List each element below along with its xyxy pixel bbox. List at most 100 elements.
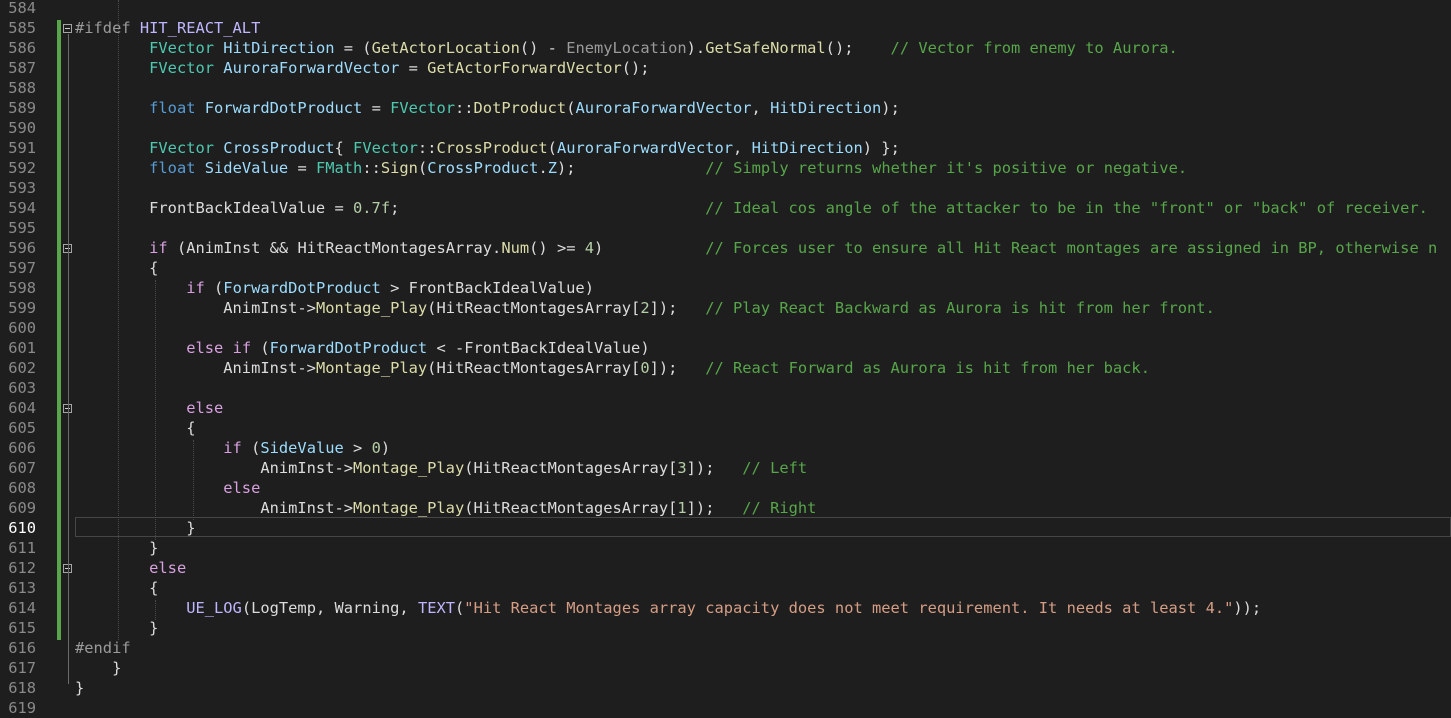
code-token: UE_LOG bbox=[186, 599, 242, 617]
code-token: FVector bbox=[390, 99, 455, 117]
code-line[interactable]: UE_LOG(LogTemp, Warning, TEXT("Hit React… bbox=[75, 598, 1261, 618]
code-token: float bbox=[149, 159, 196, 177]
code-token: else bbox=[186, 399, 224, 417]
code-line[interactable]: } bbox=[75, 618, 158, 638]
code-token: { bbox=[334, 139, 354, 157]
line-number: 584 bbox=[8, 0, 36, 17]
code-line[interactable]: else bbox=[75, 398, 223, 418]
code-token: { bbox=[75, 419, 196, 437]
code-token: , bbox=[399, 599, 418, 617]
code-line[interactable]: { bbox=[75, 578, 158, 598]
code-token: ) }; bbox=[862, 139, 900, 157]
code-token: (); bbox=[825, 39, 891, 57]
code-token: ]); bbox=[649, 359, 706, 377]
code-token: AnimInst bbox=[260, 459, 335, 477]
code-token: AnimInst bbox=[223, 359, 298, 377]
code-token: HitDirection bbox=[223, 39, 335, 57]
code-token: ForwardDotProduct bbox=[269, 339, 428, 357]
code-token: CrossProduct bbox=[427, 159, 539, 177]
line-number: 597 bbox=[8, 259, 36, 277]
code-token: -> bbox=[334, 459, 354, 477]
code-token: FVector bbox=[149, 39, 215, 57]
code-token: [ bbox=[631, 359, 641, 377]
code-token: ForwardDotProduct bbox=[204, 99, 363, 117]
code-line[interactable]: AnimInst->Montage_Play(HitReactMontagesA… bbox=[75, 298, 1215, 318]
code-line[interactable]: AnimInst->Montage_Play(HitReactMontagesA… bbox=[75, 458, 807, 478]
code-line[interactable]: else bbox=[75, 558, 186, 578]
code-line[interactable]: else if (ForwardDotProduct < -FrontBackI… bbox=[75, 338, 649, 358]
code-token: HitDirection bbox=[751, 139, 863, 157]
code-editor[interactable]: 584 585 586 587 588 589 590 591 592 593 594 595 596 5… bbox=[0, 0, 1451, 718]
code-token: ( bbox=[241, 599, 252, 617]
line-number: 585 bbox=[8, 19, 36, 37]
code-token: FVector bbox=[353, 139, 418, 157]
code-line[interactable]: FrontBackIdealValue = 0.7f; // Ideal cos… bbox=[75, 198, 1428, 218]
code-token: } bbox=[75, 679, 85, 697]
code-line[interactable]: if (AnimInst && HitReactMontagesArray.Nu… bbox=[75, 238, 1437, 258]
code-token: "Hit React Montages array capacity does … bbox=[464, 599, 1234, 617]
code-token: { bbox=[75, 579, 159, 597]
code-line[interactable]: } bbox=[75, 678, 84, 698]
code-line[interactable]: AnimInst->Montage_Play(HitReactMontagesA… bbox=[75, 498, 816, 518]
line-number: 619 bbox=[8, 699, 36, 717]
code-line[interactable]: FVector AuroraForwardVector = GetActorFo… bbox=[75, 58, 650, 78]
line-number: 594 bbox=[8, 199, 36, 217]
code-line[interactable]: { bbox=[75, 258, 158, 278]
code-token: (); bbox=[621, 59, 650, 77]
code-token: = bbox=[288, 159, 316, 177]
code-token: = bbox=[399, 59, 428, 77]
collapse-icon[interactable] bbox=[63, 24, 72, 33]
code-line[interactable]: #ifdef HIT_REACT_ALT bbox=[75, 18, 260, 38]
code-token: HitReactMontagesArray bbox=[436, 359, 632, 377]
code-token: // Right bbox=[742, 499, 817, 517]
line-number: 615 bbox=[8, 619, 36, 637]
code-line[interactable]: AnimInst->Montage_Play(HitReactMontagesA… bbox=[75, 358, 1150, 378]
code-token: Num bbox=[501, 239, 530, 257]
code-token: 2 bbox=[640, 299, 650, 317]
line-number: 607 bbox=[8, 459, 36, 477]
line-number: 608 bbox=[8, 479, 36, 497]
code-token: = bbox=[325, 199, 354, 217]
code-line[interactable]: if (SideValue > 0) bbox=[75, 438, 390, 458]
code-token: ( bbox=[464, 459, 474, 477]
code-token: 0 bbox=[371, 439, 381, 457]
code-token: ); bbox=[881, 99, 900, 117]
code-token: , bbox=[733, 139, 752, 157]
code-token: // Forces user to ensure all Hit React m… bbox=[705, 239, 1438, 257]
code-token: if bbox=[223, 439, 242, 457]
code-token: ( bbox=[464, 499, 474, 517]
code-line[interactable]: if (ForwardDotProduct > FrontBackIdealVa… bbox=[75, 278, 594, 298]
code-token: :: bbox=[454, 99, 474, 117]
code-line[interactable]: FVector HitDirection = (GetActorLocation… bbox=[75, 38, 1178, 58]
code-token: ( bbox=[167, 239, 187, 257]
line-number: 604 bbox=[8, 399, 36, 417]
line-number-gutter: 584 585 586 587 588 589 590 591 592 593 594 595 596 5… bbox=[0, 0, 36, 718]
code-line[interactable]: } bbox=[75, 518, 195, 538]
code-line[interactable]: else bbox=[75, 478, 260, 498]
line-number: 595 bbox=[8, 219, 36, 237]
code-token: { bbox=[75, 259, 159, 277]
line-number: 588 bbox=[8, 79, 36, 97]
code-line[interactable]: float SideValue = FMath::Sign(CrossProdu… bbox=[75, 158, 1187, 178]
code-token: LogTemp bbox=[251, 599, 316, 617]
code-token: ( bbox=[251, 339, 270, 357]
code-line[interactable]: float ForwardDotProduct = FVector::DotPr… bbox=[75, 98, 900, 118]
code-line[interactable]: #endif bbox=[75, 638, 131, 658]
code-token: TEXT bbox=[417, 599, 456, 617]
code-token: Montage_Play bbox=[315, 359, 428, 377]
code-token: < - bbox=[427, 339, 465, 357]
code-token: :: bbox=[362, 159, 381, 177]
code-line[interactable]: } bbox=[75, 538, 158, 558]
code-token: -> bbox=[297, 359, 316, 377]
line-number: 598 bbox=[8, 279, 36, 297]
code-line[interactable]: FVector CrossProduct{ FVector::CrossProd… bbox=[75, 138, 900, 158]
code-line[interactable]: { bbox=[75, 418, 195, 438]
code-token: } bbox=[75, 659, 122, 677]
code-line[interactable]: } bbox=[75, 658, 121, 678]
code-token: , bbox=[751, 99, 771, 117]
line-number: 601 bbox=[8, 339, 36, 357]
